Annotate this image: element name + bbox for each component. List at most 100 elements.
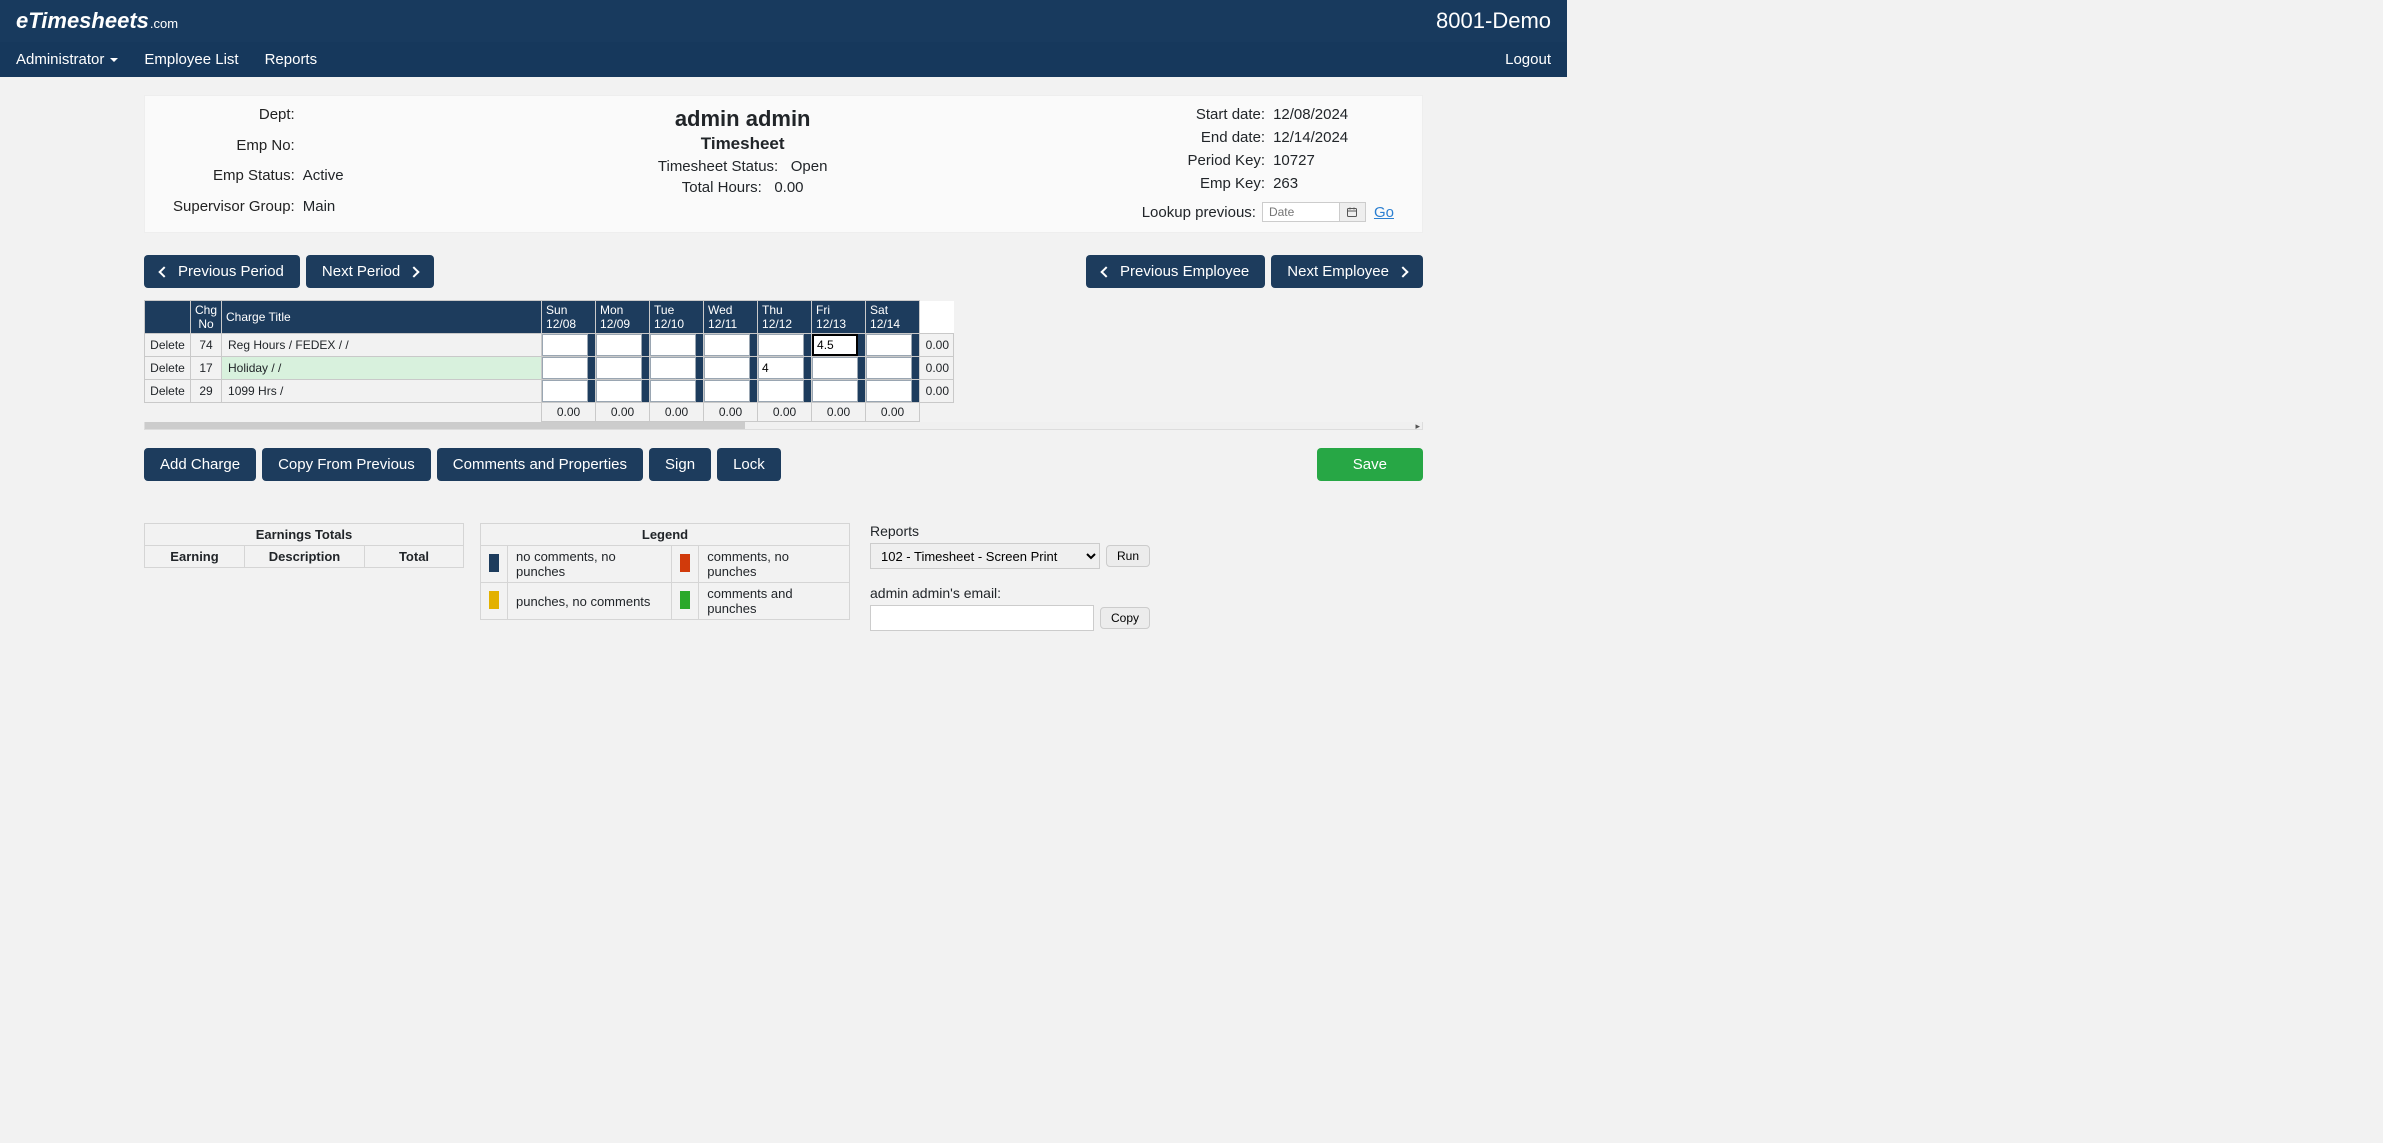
day-total: 0.00 bbox=[650, 403, 704, 422]
report-select[interactable]: 102 - Timesheet - Screen Print bbox=[870, 543, 1100, 569]
save-button[interactable]: Save bbox=[1317, 448, 1423, 481]
delete-link[interactable]: Delete bbox=[145, 357, 191, 380]
scroll-thumb[interactable] bbox=[145, 422, 745, 429]
status-flag-icon[interactable] bbox=[912, 380, 919, 402]
status-flag-icon[interactable] bbox=[696, 334, 703, 356]
status-flag-icon[interactable] bbox=[750, 357, 757, 379]
copy-from-previous-button[interactable]: Copy From Previous bbox=[262, 448, 431, 481]
status-flag-icon[interactable] bbox=[858, 334, 865, 356]
hours-input[interactable] bbox=[758, 380, 804, 402]
brand-logo: eTimesheets.com bbox=[16, 8, 178, 34]
nav-employee-list[interactable]: Employee List bbox=[144, 51, 238, 68]
lookup-previous-label: Lookup previous: bbox=[1142, 204, 1256, 221]
previous-employee-label: Previous Employee bbox=[1120, 263, 1249, 280]
status-flag-icon[interactable] bbox=[750, 380, 757, 402]
hours-input[interactable] bbox=[650, 380, 696, 402]
logo-suffix: .com bbox=[150, 16, 178, 31]
status-flag-icon[interactable] bbox=[588, 357, 595, 379]
hours-input[interactable] bbox=[704, 334, 750, 356]
empno-value bbox=[301, 137, 344, 162]
delete-link[interactable]: Delete bbox=[145, 380, 191, 403]
hours-input[interactable] bbox=[542, 380, 588, 402]
email-input[interactable] bbox=[870, 605, 1094, 631]
hours-input[interactable] bbox=[866, 334, 912, 356]
earnings-totals-table: Earnings Totals Earning Description Tota… bbox=[144, 523, 464, 568]
status-flag-icon[interactable] bbox=[642, 357, 649, 379]
charge-title-cell[interactable]: 1099 Hrs / bbox=[222, 380, 542, 403]
next-period-button[interactable]: Next Period bbox=[306, 255, 434, 288]
comments-properties-button[interactable]: Comments and Properties bbox=[437, 448, 643, 481]
legend-swatch-icon bbox=[680, 554, 690, 572]
status-flag-icon[interactable] bbox=[804, 357, 811, 379]
timesheet-status-label: Timesheet Status: bbox=[658, 158, 778, 175]
hours-input[interactable] bbox=[650, 357, 696, 379]
status-flag-icon[interactable] bbox=[588, 334, 595, 356]
lookup-go-link[interactable]: Go bbox=[1374, 204, 1394, 221]
nav-reports[interactable]: Reports bbox=[265, 51, 318, 68]
col-day: Sat12/14 bbox=[866, 301, 920, 334]
lock-button[interactable]: Lock bbox=[717, 448, 781, 481]
status-flag-icon[interactable] bbox=[750, 334, 757, 356]
horizontal-scrollbar[interactable]: ▸ bbox=[144, 422, 1423, 430]
delete-link[interactable]: Delete bbox=[145, 334, 191, 357]
status-flag-icon[interactable] bbox=[642, 334, 649, 356]
hours-input[interactable] bbox=[812, 380, 858, 402]
add-charge-button[interactable]: Add Charge bbox=[144, 448, 256, 481]
status-flag-icon[interactable] bbox=[858, 380, 865, 402]
previous-employee-button[interactable]: Previous Employee bbox=[1086, 255, 1265, 288]
calendar-button[interactable] bbox=[1340, 202, 1366, 222]
hours-input[interactable] bbox=[758, 357, 804, 379]
status-flag-icon[interactable] bbox=[858, 357, 865, 379]
top-bar: eTimesheets.com 8001-Demo bbox=[0, 0, 1567, 42]
supgroup-value: Main bbox=[301, 198, 344, 223]
status-flag-icon[interactable] bbox=[642, 380, 649, 402]
status-flag-icon[interactable] bbox=[912, 357, 919, 379]
hours-input[interactable] bbox=[704, 357, 750, 379]
hours-input[interactable] bbox=[758, 334, 804, 356]
status-flag-icon[interactable] bbox=[804, 334, 811, 356]
nav-logout[interactable]: Logout bbox=[1505, 51, 1551, 68]
next-employee-label: Next Employee bbox=[1287, 263, 1389, 280]
end-date-label: End date: bbox=[1142, 129, 1265, 146]
day-total: 0.00 bbox=[758, 403, 812, 422]
chevron-right-icon bbox=[1397, 266, 1408, 277]
hours-input[interactable] bbox=[812, 357, 858, 379]
status-flag-icon[interactable] bbox=[588, 380, 595, 402]
chg-no-cell: 74 bbox=[191, 334, 222, 357]
day-total: 0.00 bbox=[812, 403, 866, 422]
copy-email-button[interactable]: Copy bbox=[1100, 607, 1150, 629]
hours-input[interactable] bbox=[704, 380, 750, 402]
empstatus-value: Active bbox=[301, 167, 344, 192]
hours-input[interactable] bbox=[542, 334, 588, 356]
previous-period-button[interactable]: Previous Period bbox=[144, 255, 300, 288]
caret-down-icon bbox=[110, 58, 118, 62]
hours-input[interactable] bbox=[812, 334, 858, 356]
hours-input[interactable] bbox=[596, 380, 642, 402]
hours-input[interactable] bbox=[542, 357, 588, 379]
sign-button[interactable]: Sign bbox=[649, 448, 711, 481]
hours-input[interactable] bbox=[596, 334, 642, 356]
lookup-date-input[interactable] bbox=[1262, 202, 1340, 222]
hours-input[interactable] bbox=[866, 357, 912, 379]
hours-input[interactable] bbox=[866, 380, 912, 402]
next-employee-button[interactable]: Next Employee bbox=[1271, 255, 1423, 288]
hours-input[interactable] bbox=[596, 357, 642, 379]
chevron-right-icon bbox=[409, 266, 420, 277]
status-flag-icon[interactable] bbox=[696, 380, 703, 402]
reports-label: Reports bbox=[870, 523, 1150, 539]
day-total: 0.00 bbox=[704, 403, 758, 422]
status-flag-icon[interactable] bbox=[912, 334, 919, 356]
status-flag-icon[interactable] bbox=[804, 380, 811, 402]
hours-input[interactable] bbox=[650, 334, 696, 356]
total-hours-label: Total Hours: bbox=[682, 179, 762, 196]
charge-title-cell[interactable]: Reg Hours / FEDEX / / bbox=[222, 334, 542, 357]
col-total: Total bbox=[365, 546, 464, 568]
charge-title-cell[interactable]: Holiday / / bbox=[222, 357, 542, 380]
chevron-left-icon bbox=[1100, 266, 1111, 277]
nav-bar: Administrator Employee List Reports Logo… bbox=[0, 42, 1567, 77]
chevron-left-icon bbox=[158, 266, 169, 277]
status-flag-icon[interactable] bbox=[696, 357, 703, 379]
nav-administrator[interactable]: Administrator bbox=[16, 51, 118, 68]
run-report-button[interactable]: Run bbox=[1106, 545, 1150, 567]
email-label: admin admin's email: bbox=[870, 585, 1150, 601]
